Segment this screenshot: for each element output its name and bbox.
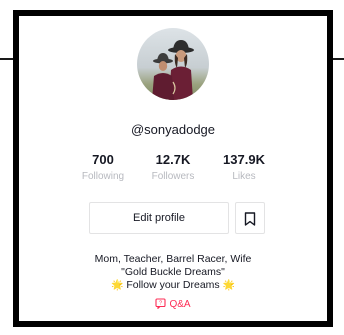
qa-link[interactable]: ? Q&A [19,298,327,311]
screen: @sonyadodge 700 Following 12.7K Follower… [0,0,344,335]
svg-text:?: ? [159,301,162,307]
bio-line-3-text: Follow your Dreams [126,279,220,291]
stat-followers[interactable]: 12.7K Followers [138,152,208,184]
stat-following-label: Following [81,171,125,182]
stat-likes-value: 137.9K [223,152,265,167]
stat-likes-label: Likes [232,171,256,182]
edit-profile-button[interactable]: Edit profile [89,202,229,234]
qa-label: Q&A [169,299,191,310]
stat-following[interactable]: 700 Following [68,152,138,184]
username: @sonyadodge [130,122,216,137]
bio-line-1: Mom, Teacher, Barrel Racer, Wife [94,253,252,265]
star-emoji-icon: 🌟 [110,280,124,291]
bio-line-2: "Gold Buckle Dreams" [121,266,225,278]
avatar-photo-illustration [152,40,194,100]
divider-left [0,58,14,60]
stats-row: 700 Following 12.7K Followers 137.9K Lik… [19,152,327,188]
stat-likes[interactable]: 137.9K Likes [209,152,279,184]
profile-bio: Mom, Teacher, Barrel Racer, Wife "Gold B… [19,253,327,292]
stat-followers-label: Followers [151,171,195,182]
bookmark-icon [244,212,256,226]
stat-following-value: 700 [92,152,114,167]
bio-line-3: 🌟 Follow your Dreams 🌟 [19,279,327,292]
profile-avatar[interactable] [137,28,209,100]
star-emoji-icon: 🌟 [222,280,236,291]
profile-card: @sonyadodge 700 Following 12.7K Follower… [13,10,333,327]
bookmark-button[interactable] [235,202,265,234]
stat-followers-value: 12.7K [155,152,191,167]
qa-icon: ? [155,298,166,309]
